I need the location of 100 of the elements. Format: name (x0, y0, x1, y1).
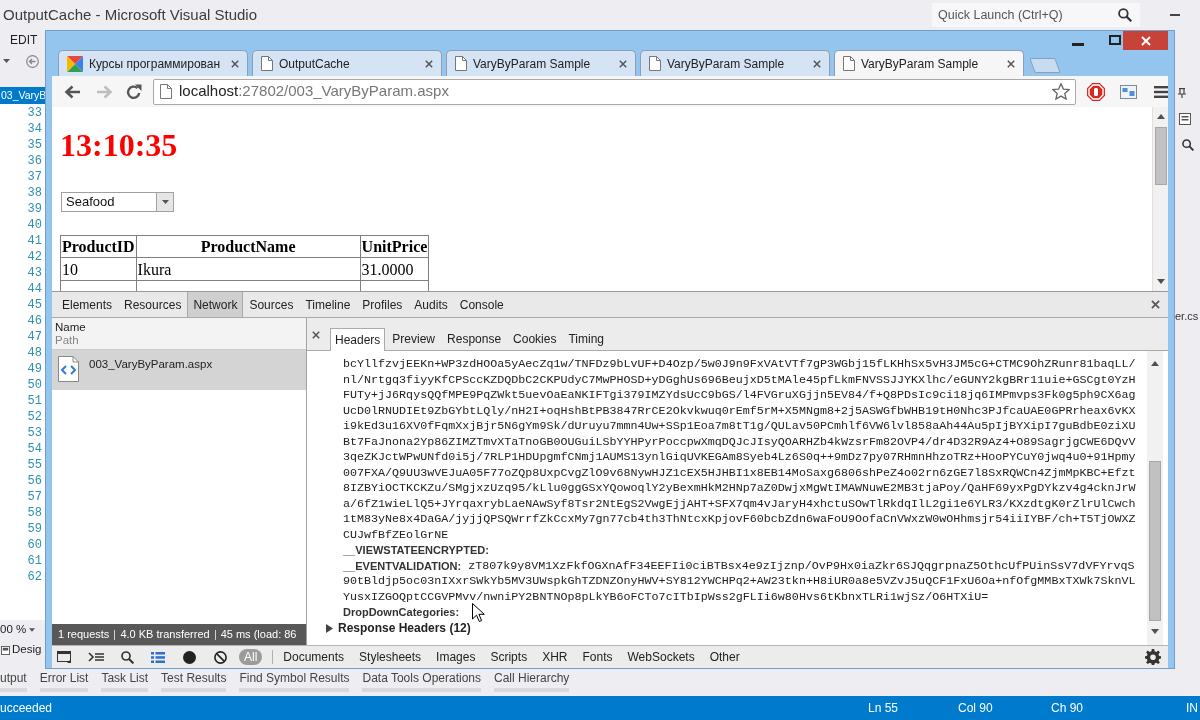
tool-window-tab[interactable]: utput (0, 670, 27, 692)
filter-tab[interactable]: WebSockets (627, 649, 695, 665)
scroll-up-icon[interactable] (1156, 114, 1165, 119)
caret-icon[interactable] (29, 628, 36, 632)
filter-tab[interactable]: Other (709, 649, 740, 665)
search-icon[interactable] (121, 650, 134, 664)
menu-icon[interactable] (1154, 85, 1168, 98)
line-number: 44 (27, 281, 42, 297)
search-icon[interactable] (1182, 139, 1194, 151)
filter-tab[interactable]: Images (436, 649, 476, 665)
close-icon[interactable] (1151, 300, 1160, 309)
browser-tab[interactable]: VaryByParam Sample (446, 50, 636, 76)
file-name: er.cs (1175, 309, 1199, 324)
screen-icon[interactable] (1120, 84, 1137, 99)
insert-mode-indicator: IN (1186, 700, 1199, 717)
line-number: 60 (27, 537, 42, 553)
scroll-down-icon[interactable] (1156, 279, 1165, 284)
column-header: ProductName (136, 235, 361, 258)
panel-tab[interactable]: Sources (243, 292, 300, 317)
line-number: 42 (27, 249, 42, 265)
browser-tab[interactable]: OutputCache (252, 50, 442, 76)
filter-tab[interactable]: XHR (542, 649, 568, 665)
view-tab[interactable]: Desig (12, 641, 42, 659)
table-cell: Ikura (136, 257, 361, 281)
scroll-up-icon[interactable] (1151, 361, 1159, 366)
filter-tab[interactable]: Documents (283, 649, 345, 665)
column-header: UnitPrice (360, 235, 429, 258)
scrollbar-thumb[interactable] (1154, 127, 1167, 185)
caret-icon[interactable] (3, 59, 10, 63)
close-icon[interactable] (1007, 59, 1015, 68)
line-number: 50 (27, 377, 42, 393)
column-header[interactable]: Name (55, 321, 306, 334)
form-field: DropDownCategories: (343, 605, 460, 621)
line-number: 51 (27, 393, 42, 409)
close-icon[interactable] (312, 331, 320, 339)
pin-icon[interactable] (1178, 88, 1186, 98)
detail-tab[interactable]: Headers (330, 328, 386, 351)
panel-tab[interactable]: Resources (118, 292, 188, 317)
back-circle-icon[interactable] (26, 54, 39, 68)
stop-sign-icon[interactable] (1087, 82, 1105, 101)
panel-tab[interactable]: Audits (408, 292, 454, 317)
scroll-down-icon[interactable] (1151, 629, 1159, 634)
console-icon[interactable] (88, 651, 104, 663)
form-field: __EVENTVALIDATION: zT807k9y8VM1XzFkfOGXnAfF34EEFIi0ciBTBsx4e9zIjznp/OvP9Hx0iaZkr6SJQqgrpnaZ5OthcUfPUinSsV7dVFYrvqS90tBldjp5oc03nIXxrSWkYb5MV3UWspkGhTZDNZOnyHWV+SY812YWCHPq2+AW23tkn+H8iUR0a8e5VZvJ5uQCF1FxU6Oa+nfOfgMMBxTXWk7SknVLYusxIZGOQptCCGVPMvv/nwniPY2BNTNOp8pLkYB6oFCTo7cITbIpWss2gFLIi6w80Hvs6tKbnxTLRi1wjSz/O6HTXiU= (343, 558, 1140, 605)
line-number: 38 (27, 185, 42, 201)
site-logo-icon (67, 55, 83, 72)
line-number: 37 (27, 169, 42, 185)
line-number: 34 (27, 121, 42, 137)
close-icon[interactable] (619, 59, 627, 68)
window-title: OutputCache - Microsoft Visual Studio (2, 4, 257, 25)
browser-tab[interactable]: VaryByParam Sample (834, 50, 1024, 76)
scrollbar[interactable] (1147, 351, 1163, 645)
detail-tab[interactable]: Preview (387, 327, 441, 350)
filter-tab[interactable]: Scripts (490, 649, 528, 665)
summary-text: 45 ms (load: 86 (220, 627, 297, 643)
address-bar[interactable]: localhost:27802/003_VaryByParam.aspx (153, 78, 1076, 105)
menu-item[interactable]: EDIT (10, 31, 38, 49)
browser-tab[interactable]: Курсы программирован (58, 50, 248, 76)
section-header[interactable]: Response Headers (12) (338, 620, 471, 636)
filter-tab[interactable]: Fonts (582, 649, 613, 665)
close-icon[interactable] (425, 59, 433, 68)
table-cell: 31.0000 (360, 257, 429, 281)
detail-tab[interactable]: Cookies (508, 327, 562, 350)
close-icon (1140, 35, 1151, 46)
reload-icon[interactable] (126, 83, 142, 100)
clear-icon[interactable] (214, 650, 227, 664)
close-button[interactable] (1123, 31, 1168, 50)
panel-tab[interactable]: Timeline (299, 292, 357, 317)
list-icon[interactable] (151, 651, 165, 663)
document-tab[interactable]: 03_VaryB (0, 87, 45, 104)
scrollbar-thumb[interactable] (1149, 461, 1161, 621)
star-icon[interactable] (1052, 83, 1070, 100)
line-number: 58 (27, 505, 42, 521)
settings-icon[interactable] (1145, 649, 1161, 665)
category-dropdown[interactable]: Seafood (61, 192, 174, 212)
panel-tab[interactable]: Network (187, 292, 244, 317)
clock-time: 13:10:35 (60, 127, 178, 164)
filter-tab[interactable]: Stylesheets (359, 649, 422, 665)
panel-tab[interactable]: Elements (56, 292, 119, 317)
page-icon (843, 56, 855, 71)
close-icon[interactable] (231, 59, 239, 68)
quick-launch-field[interactable]: Quick Launch (Ctrl+Q) (932, 3, 1140, 27)
line-number: 56 (27, 473, 42, 489)
zoom-level[interactable]: 00 % (0, 621, 27, 639)
panel-tab[interactable]: Profiles (356, 292, 409, 317)
dock-icon[interactable] (57, 651, 71, 663)
disclosure-triangle-icon[interactable] (326, 623, 333, 633)
request-row[interactable]: 003_VaryByParam.aspx (52, 350, 306, 390)
back-arrow-icon[interactable] (64, 84, 80, 99)
record-icon[interactable] (183, 650, 196, 664)
line-number: 59 (27, 521, 42, 537)
line-number: 45 (27, 297, 42, 313)
scrollbar[interactable] (1152, 107, 1168, 291)
panel-tab[interactable]: Console (453, 292, 510, 317)
detail-tab[interactable]: Response (442, 327, 507, 350)
browser-tab[interactable]: VaryByParam Sample (640, 50, 830, 76)
detail-tab[interactable]: Timing (563, 327, 609, 350)
panel-icon[interactable] (1179, 113, 1191, 125)
close-icon[interactable] (813, 59, 821, 68)
maximize-icon[interactable] (1109, 35, 1121, 45)
